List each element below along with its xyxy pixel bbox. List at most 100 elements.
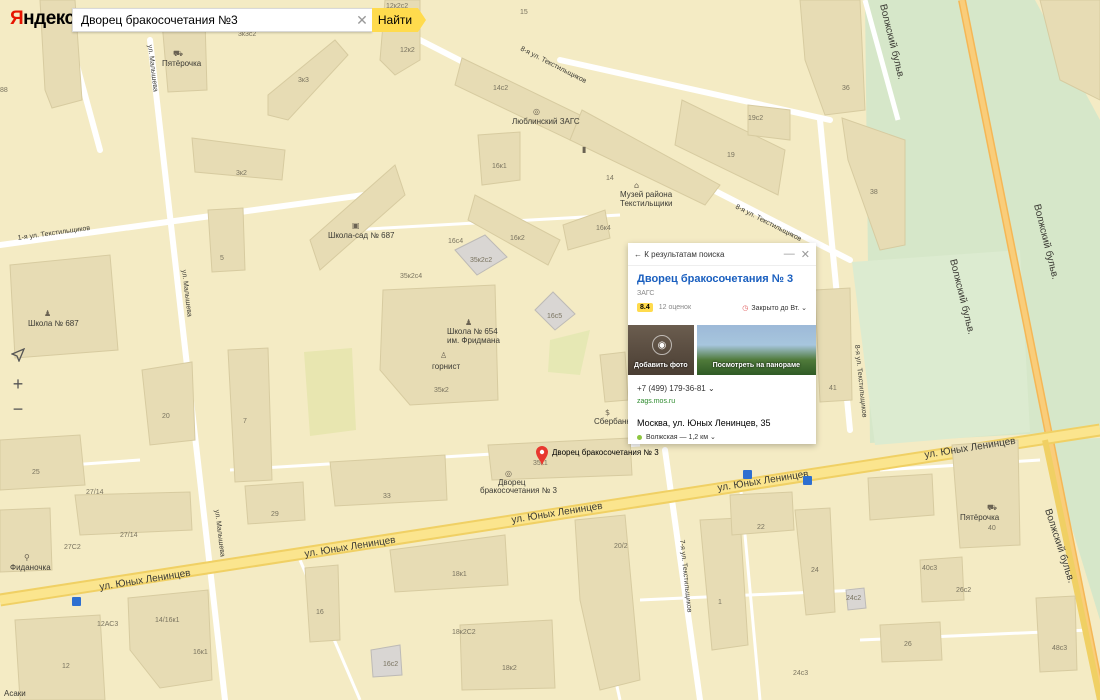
- school-icon: ♟: [465, 318, 472, 327]
- opening-hours[interactable]: ◷ Закрыто до Вт. ⌄: [742, 304, 807, 312]
- place-card: ← К результатам поиска — ✕ Дворец бракос…: [628, 243, 816, 444]
- svg-text:15: 15: [520, 9, 528, 16]
- svg-text:19с2: 19с2: [748, 115, 763, 122]
- svg-text:24с3: 24с3: [793, 670, 808, 677]
- poi-gornist[interactable]: горнист: [432, 362, 461, 371]
- svg-text:40с3: 40с3: [922, 565, 937, 572]
- svg-text:20/2: 20/2: [614, 543, 628, 550]
- svg-text:5: 5: [220, 255, 224, 262]
- yandex-logo[interactable]: Яндекс: [10, 8, 75, 30]
- zags-rings-icon: ◎: [505, 469, 512, 478]
- metro-station[interactable]: Волжская — 1,2 км ⌄: [637, 433, 716, 441]
- search-input[interactable]: Дворец бракосочетания №3 ✕: [72, 8, 372, 32]
- library-icon: ▮: [582, 145, 586, 154]
- poi-fidanochka[interactable]: Фиданочка: [10, 563, 51, 572]
- zoom-out-button[interactable]: −: [6, 397, 30, 421]
- svg-text:18к2С2: 18к2С2: [452, 629, 476, 636]
- svg-text:35к2с4: 35к2с4: [400, 273, 422, 280]
- svg-text:3к2: 3к2: [236, 170, 247, 177]
- svg-text:88: 88: [0, 87, 8, 94]
- svg-text:25: 25: [32, 469, 40, 476]
- svg-text:33: 33: [383, 493, 391, 500]
- phone-number[interactable]: +7 (499) 179-36-81 ⌄: [637, 384, 715, 393]
- panorama-button[interactable]: Посмотреть на панораме: [696, 325, 816, 375]
- svg-text:16с2: 16с2: [383, 661, 398, 668]
- svg-text:14: 14: [606, 175, 614, 182]
- svg-text:7: 7: [243, 418, 247, 425]
- svg-text:29: 29: [271, 511, 279, 518]
- svg-text:18к2: 18к2: [502, 665, 517, 672]
- svg-text:16к1: 16к1: [193, 649, 208, 656]
- back-to-results-link[interactable]: ← К результатам поиска: [634, 250, 778, 259]
- svg-text:35к2с2: 35к2с2: [470, 257, 492, 264]
- clock-icon: ◷: [742, 304, 749, 312]
- svg-text:35к2: 35к2: [434, 387, 449, 394]
- svg-text:22: 22: [757, 524, 765, 531]
- poi-sberbank[interactable]: Сбербанк: [594, 417, 630, 426]
- camera-icon: ◉: [652, 335, 672, 355]
- close-icon[interactable]: ✕: [801, 248, 810, 261]
- poi-pyaterochka-1[interactable]: Пятёрочка: [162, 59, 202, 68]
- reviews-count[interactable]: 12 оценок: [659, 304, 743, 311]
- navigation-arrow-icon: [11, 348, 25, 362]
- svg-text:38: 38: [870, 189, 878, 196]
- poi-museum-line1[interactable]: Музей района: [620, 190, 673, 199]
- bus-stop-icon[interactable]: [72, 597, 81, 606]
- restaurant-icon: ⚲: [24, 553, 30, 562]
- kindergarten-icon: ▣: [352, 221, 360, 230]
- svg-text:3к3: 3к3: [298, 77, 309, 84]
- shop-cart-icon: ⛟: [173, 49, 183, 58]
- rating-badge: 8.4: [637, 303, 653, 312]
- place-title[interactable]: Дворец бракосочетания № 3: [628, 266, 816, 285]
- svg-text:27С2: 27С2: [64, 544, 81, 551]
- poi-asaki[interactable]: Асаки: [4, 689, 26, 698]
- school-icon: ♟: [44, 309, 51, 318]
- find-button[interactable]: Найти: [372, 8, 426, 32]
- svg-text:16к4: 16к4: [596, 225, 611, 232]
- minimize-icon[interactable]: —: [784, 248, 795, 260]
- svg-text:19: 19: [727, 152, 735, 159]
- zoom-in-button[interactable]: +: [6, 372, 30, 396]
- svg-text:14с2: 14с2: [493, 85, 508, 92]
- svg-text:41: 41: [829, 385, 837, 392]
- svg-text:14/16к1: 14/16к1: [155, 617, 180, 624]
- search-input-value[interactable]: Дворец бракосочетания №3: [73, 13, 352, 27]
- locate-me-button[interactable]: [6, 343, 30, 367]
- svg-text:18к1: 18к1: [452, 571, 467, 578]
- svg-text:16: 16: [316, 609, 324, 616]
- poi-school-654-line2[interactable]: им. Фридмана: [447, 336, 500, 345]
- poi-school-687[interactable]: Школа № 687: [28, 319, 79, 328]
- place-category: ЗАГС: [637, 290, 655, 297]
- poi-museum-line2[interactable]: Текстильщики: [620, 199, 672, 208]
- clear-search-icon[interactable]: ✕: [352, 12, 372, 29]
- svg-text:12: 12: [62, 663, 70, 670]
- svg-text:27/14: 27/14: [86, 489, 104, 496]
- bank-dollar-icon: $: [605, 408, 610, 417]
- add-photo-button[interactable]: ◉ Добавить фото: [628, 325, 694, 375]
- svg-text:26с2: 26с2: [956, 587, 971, 594]
- svg-text:36: 36: [842, 85, 850, 92]
- poi-school-654-line1[interactable]: Школа № 654: [447, 327, 498, 336]
- svg-text:16с5: 16с5: [547, 313, 562, 320]
- monument-icon: ♙: [440, 351, 447, 360]
- svg-text:12АС3: 12АС3: [97, 621, 118, 628]
- poi-lublinsky-zags[interactable]: Люблинский ЗАГС: [512, 117, 580, 126]
- poi-dvorec-line2[interactable]: бракосочетания № 3: [480, 486, 558, 495]
- place-marker-label[interactable]: Дворец бракосочетания № 3: [552, 448, 659, 457]
- poi-pyaterochka-2[interactable]: Пятёрочка: [960, 513, 1000, 522]
- svg-text:48с3: 48с3: [1052, 645, 1067, 652]
- svg-text:16с4: 16с4: [448, 238, 463, 245]
- svg-text:27/14: 27/14: [120, 532, 138, 539]
- svg-text:1: 1: [718, 599, 722, 606]
- map-canvas[interactable]: ул. Юных Ленинцев ул. Юных Ленинцев ул. …: [0, 0, 1100, 700]
- svg-text:40: 40: [988, 525, 996, 532]
- svg-text:24: 24: [811, 567, 819, 574]
- website-link[interactable]: zags.mos.ru: [637, 398, 675, 405]
- svg-text:16к2: 16к2: [510, 235, 525, 242]
- bus-stop-icon[interactable]: [803, 476, 812, 485]
- shop-cart-icon: ⛟: [987, 503, 997, 512]
- bus-stop-icon[interactable]: [743, 470, 752, 479]
- metro-line-dot: [637, 434, 642, 440]
- svg-text:16к1: 16к1: [492, 163, 507, 170]
- poi-school-garden-687[interactable]: Школа-сад № 687: [328, 231, 395, 240]
